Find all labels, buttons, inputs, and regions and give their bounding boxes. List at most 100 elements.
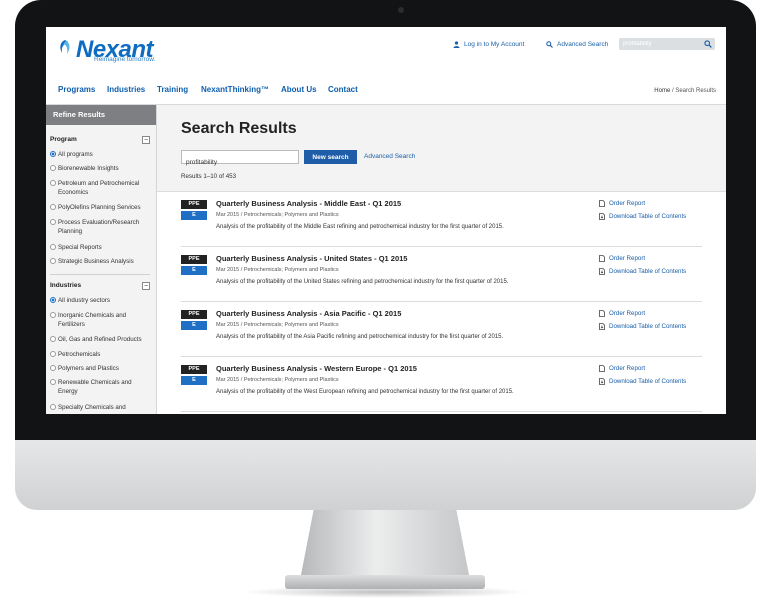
download-toc-label: Download Table of Contents <box>609 213 687 220</box>
industries-collapse-toggle[interactable]: − <box>142 282 150 290</box>
program-option[interactable]: All programs <box>50 150 150 159</box>
industry-option[interactable]: Inorganic Chemicals and Fertilizers <box>50 311 150 329</box>
order-report-link[interactable]: Order Report <box>599 310 645 317</box>
result-item: PPE E Quarterly Business Analysis - Midd… <box>157 192 726 247</box>
radio-button[interactable] <box>50 379 56 385</box>
program-badge-sub: E <box>181 321 207 330</box>
industry-option[interactable]: Petrochemicals <box>50 350 150 359</box>
result-divider <box>181 411 702 412</box>
program-badge: PPE <box>181 310 207 319</box>
download-document-icon <box>599 378 605 385</box>
header-advanced-search-link[interactable]: Advanced Search <box>546 41 608 48</box>
result-description: Analysis of the profitability of the Mid… <box>216 224 504 230</box>
radio-button[interactable] <box>50 204 56 210</box>
header-search-box[interactable] <box>619 38 715 50</box>
result-item: PPE E Quarterly Business Analysis - West… <box>157 357 726 412</box>
radio-button[interactable] <box>50 180 56 186</box>
result-title[interactable]: Quarterly Business Analysis - Western Eu… <box>216 364 417 373</box>
radio-button[interactable] <box>50 165 56 171</box>
result-item: PPE E Quarterly Business Analysis - Asia… <box>157 302 726 357</box>
document-icon <box>599 365 605 372</box>
radio-button[interactable] <box>50 312 56 318</box>
program-option[interactable]: Petroleum and Petrochemical Economics <box>50 179 150 197</box>
industry-option[interactable]: Specialty Chemicals and <box>50 403 150 412</box>
radio-button[interactable] <box>50 244 56 250</box>
result-title[interactable]: Quarterly Business Analysis - United Sta… <box>216 254 407 263</box>
download-document-icon <box>599 268 605 275</box>
results-search-input[interactable] <box>182 156 298 169</box>
radio-button[interactable] <box>50 365 56 371</box>
order-report-label: Order Report <box>609 200 646 207</box>
nexant-logo-mark-icon <box>60 40 70 54</box>
advanced-search-link[interactable]: Advanced Search <box>364 153 415 160</box>
breadcrumb-home[interactable]: Home <box>654 88 670 94</box>
program-badge: PPE <box>181 365 207 374</box>
login-link[interactable]: Log in to My Account <box>453 41 524 48</box>
breadcrumb: Home / Search Results <box>654 88 716 94</box>
result-title[interactable]: Quarterly Business Analysis - Middle Eas… <box>216 199 401 208</box>
radio-button[interactable] <box>50 219 56 225</box>
result-meta: Mar 2015 / Petrochemicals; Polymers and … <box>216 377 339 383</box>
result-description: Analysis of the profitability of the Asi… <box>216 334 504 340</box>
monitor-chin <box>15 440 756 510</box>
program-option[interactable]: Special Reports <box>50 243 150 252</box>
radio-button-selected[interactable] <box>50 151 56 157</box>
program-option[interactable]: Strategic Business Analysis <box>50 257 150 266</box>
camera-icon <box>398 7 404 13</box>
industry-option[interactable]: Renewable Chemicals and Energy <box>50 378 150 396</box>
order-report-label: Order Report <box>609 255 646 262</box>
industries-filter-title: Industries <box>50 282 82 289</box>
nav-programs[interactable]: Programs <box>58 85 95 94</box>
program-badge-sub: E <box>181 266 207 275</box>
program-filter-title: Program <box>50 136 77 143</box>
download-document-icon <box>599 213 605 220</box>
nav-about-us[interactable]: About Us <box>281 85 317 94</box>
result-meta: Mar 2015 / Petrochemicals; Polymers and … <box>216 267 339 273</box>
radio-button[interactable] <box>50 404 56 410</box>
document-icon <box>599 255 605 262</box>
order-report-label: Order Report <box>609 310 646 317</box>
result-description: Analysis of the profitability of the Wes… <box>216 389 514 395</box>
order-report-link[interactable]: Order Report <box>599 365 645 372</box>
result-title[interactable]: Quarterly Business Analysis - Asia Pacif… <box>216 309 401 318</box>
header-advanced-search-label: Advanced Search <box>557 41 609 48</box>
radio-button[interactable] <box>50 351 56 357</box>
result-description: Analysis of the profitability of the Uni… <box>216 279 509 285</box>
download-toc-link[interactable]: Download Table of Contents <box>599 378 686 385</box>
program-collapse-toggle[interactable]: − <box>142 136 150 144</box>
download-toc-label: Download Table of Contents <box>609 378 687 385</box>
login-label: Log in to My Account <box>464 41 525 48</box>
nav-industries[interactable]: Industries <box>107 85 145 94</box>
browser-screen: Nexant Reimagine tomorrow. Log in to My … <box>46 27 726 414</box>
industry-option[interactable]: Polymers and Plastics <box>50 364 150 373</box>
order-report-link[interactable]: Order Report <box>599 255 645 262</box>
program-option[interactable]: Biorenewable Insights <box>50 164 150 173</box>
download-toc-link[interactable]: Download Table of Contents <box>599 213 686 220</box>
order-report-link[interactable]: Order Report <box>599 200 645 207</box>
brand-tagline: Reimagine tomorrow. <box>94 56 156 63</box>
refine-results-header: Refine Results <box>46 105 156 125</box>
program-badge: PPE <box>181 255 207 264</box>
order-report-label: Order Report <box>609 365 646 372</box>
radio-button-selected[interactable] <box>50 297 56 303</box>
header-search-icon[interactable] <box>704 40 712 48</box>
radio-button[interactable] <box>50 336 56 342</box>
program-option[interactable]: PolyOlefins Planning Services <box>50 203 150 212</box>
nav-contact[interactable]: Contact <box>328 85 358 94</box>
download-toc-link[interactable]: Download Table of Contents <box>599 323 686 330</box>
program-option[interactable]: Process Evaluation/Research Planning <box>50 218 150 236</box>
nav-training[interactable]: Training <box>157 85 188 94</box>
header-search-input[interactable] <box>623 39 693 49</box>
monitor-stand-base <box>285 575 485 589</box>
results-search-box[interactable] <box>181 150 299 169</box>
new-search-button[interactable]: New search <box>304 150 357 164</box>
breadcrumb-current: Search Results <box>675 88 716 94</box>
industry-option[interactable]: All industry sectors <box>50 296 150 305</box>
program-badge: PPE <box>181 200 207 209</box>
radio-button[interactable] <box>50 258 56 264</box>
document-icon <box>599 200 605 207</box>
download-toc-link[interactable]: Download Table of Contents <box>599 268 686 275</box>
industry-option[interactable]: Oil, Gas and Refined Products <box>50 335 150 344</box>
sidebar-separator <box>50 274 150 275</box>
nav-nexantthinking[interactable]: NexantThinking™ <box>201 85 269 94</box>
